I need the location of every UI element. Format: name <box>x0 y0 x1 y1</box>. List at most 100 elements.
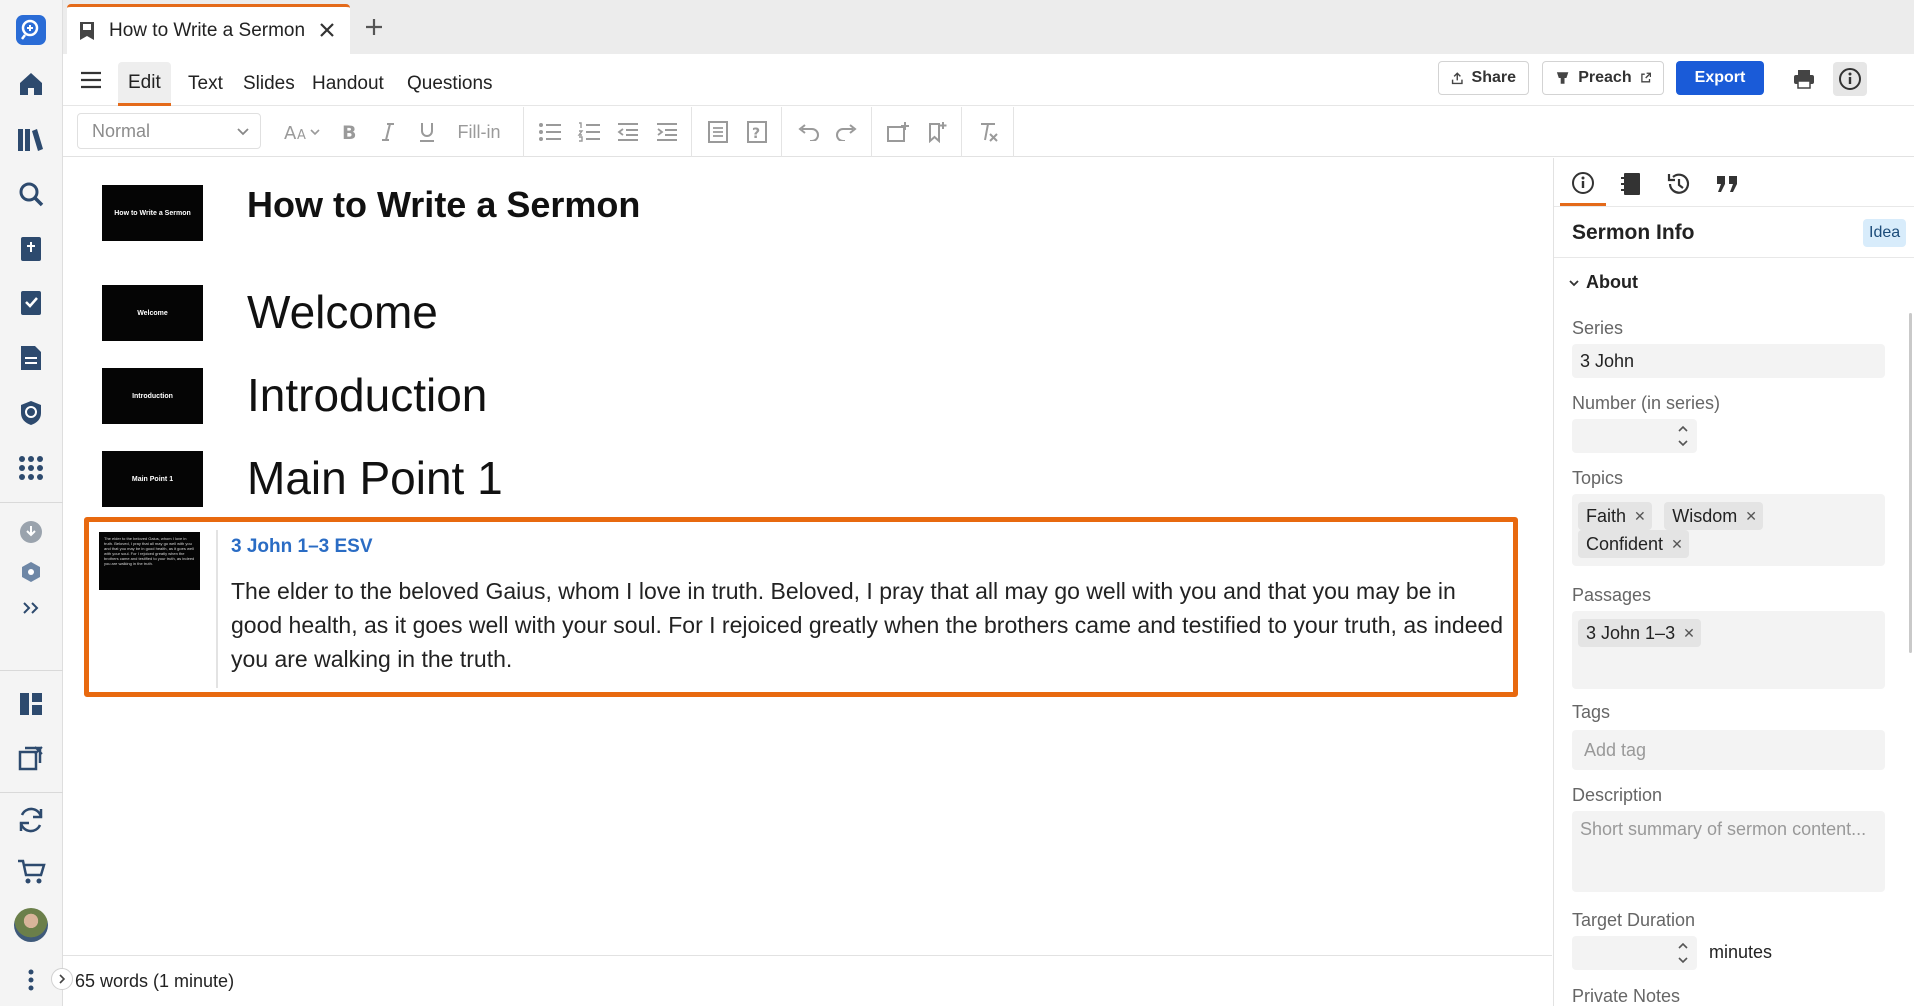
info-panel-icon[interactable] <box>1833 62 1867 96</box>
menu-text[interactable]: Text <box>178 62 233 106</box>
topic-chip[interactable]: Faith ✕ <box>1578 502 1652 530</box>
stepper-arrows-icon[interactable] <box>1677 423 1689 449</box>
panel-scrollbar[interactable] <box>1909 313 1912 653</box>
package-icon[interactable] <box>11 552 51 592</box>
preach-label: Preach <box>1578 69 1632 86</box>
logos-search-icon[interactable] <box>11 10 51 50</box>
passages-label: Passages <box>1572 585 1652 605</box>
number-label: Number (in series) <box>1572 393 1721 413</box>
passage-text[interactable]: The elder to the beloved Gaius, whom I l… <box>231 574 1511 676</box>
undo-icon[interactable] <box>793 116 823 148</box>
series-number-stepper[interactable] <box>1572 419 1697 453</box>
outdent-icon[interactable] <box>613 116 643 148</box>
italic-icon[interactable] <box>374 116 402 148</box>
apps-grid-icon[interactable] <box>11 448 51 488</box>
bible-icon[interactable] <box>11 229 51 269</box>
add-bookmark-icon[interactable] <box>922 116 952 148</box>
about-section-label: About <box>1586 272 1638 292</box>
quotes-tab-icon[interactable] <box>1704 162 1750 206</box>
menu-slides[interactable]: Slides <box>233 62 305 106</box>
heading-welcome[interactable]: Welcome <box>247 285 438 339</box>
status-badge[interactable]: Idea <box>1863 219 1907 247</box>
close-icon[interactable] <box>316 19 338 41</box>
slide-thumb-title[interactable]: How to Write a Sermon <box>102 185 203 241</box>
close-panels-icon[interactable] <box>11 738 51 778</box>
expand-chevron-icon[interactable] <box>51 968 73 990</box>
indent-icon[interactable] <box>652 116 682 148</box>
topic-chip-label: Faith <box>1586 505 1627 526</box>
remove-icon[interactable]: ✕ <box>1683 625 1695 642</box>
clear-formatting-icon[interactable] <box>973 116 1003 148</box>
redo-icon[interactable] <box>832 116 862 148</box>
panel-header: Sermon Info Idea <box>1554 206 1914 258</box>
document-icon[interactable] <box>11 338 51 378</box>
add-slide-icon[interactable] <box>883 116 913 148</box>
duration-stepper[interactable] <box>1572 936 1697 970</box>
bullet-list-icon[interactable] <box>535 116 565 148</box>
download-icon[interactable] <box>11 512 51 552</box>
numbered-list-icon[interactable] <box>574 116 604 148</box>
share-button[interactable]: Share <box>1438 61 1529 95</box>
print-icon[interactable] <box>1787 62 1821 96</box>
share-label: Share <box>1471 69 1516 86</box>
notebook-tab-icon[interactable] <box>1608 162 1654 206</box>
topics-field[interactable]: Faith ✕ Wisdom ✕ Confident ✕ <box>1572 494 1885 566</box>
sync-icon[interactable] <box>11 800 51 840</box>
topic-chip[interactable]: Wisdom ✕ <box>1664 502 1763 530</box>
remove-icon[interactable]: ✕ <box>1745 508 1757 525</box>
preach-icon <box>1556 72 1569 84</box>
document-title[interactable]: How to Write a Sermon <box>247 184 640 226</box>
remove-icon[interactable]: ✕ <box>1671 536 1683 553</box>
description-textarea[interactable]: Short summary of sermon content... <box>1572 811 1885 892</box>
slide-thumb-main-point-1[interactable]: Main Point 1 <box>102 451 203 507</box>
paragraph-style-select[interactable]: Normal <box>77 113 261 149</box>
heading-introduction[interactable]: Introduction <box>247 368 487 422</box>
home-icon[interactable] <box>11 64 51 104</box>
bold-icon[interactable]: B <box>335 116 363 148</box>
passages-field[interactable]: 3 John 1–3 ✕ <box>1572 611 1885 689</box>
checklist-icon[interactable] <box>11 283 51 323</box>
menu-bar: Edit Text Slides Handout Questions Share… <box>63 54 1914 106</box>
passage-reference-link[interactable]: 3 John 1–3 ESV <box>231 536 373 558</box>
about-section-toggle[interactable]: About <box>1568 272 1638 293</box>
passage-chip[interactable]: 3 John 1–3 ✕ <box>1578 619 1701 647</box>
block-icon[interactable] <box>703 116 733 148</box>
library-icon[interactable] <box>11 120 51 160</box>
menu-questions[interactable]: Questions <box>397 62 503 106</box>
more-chevrons-icon[interactable] <box>11 588 51 628</box>
slide-thumb-introduction[interactable]: Introduction <box>102 368 203 424</box>
question-block-icon[interactable]: ? <box>742 116 772 148</box>
fill-in-button[interactable]: Fill-in <box>453 116 505 148</box>
series-input[interactable]: 3 John <box>1572 344 1885 378</box>
tags-input[interactable]: Add tag <box>1572 730 1885 770</box>
export-button[interactable]: Export <box>1676 61 1764 95</box>
slide-thumb-passage[interactable]: The elder to the beloved Gaius, whom I l… <box>99 532 200 590</box>
shield-icon[interactable] <box>11 393 51 433</box>
menu-edit[interactable]: Edit <box>118 62 171 106</box>
tab-sermon[interactable]: How to Write a Sermon <box>67 4 350 54</box>
menu-handout[interactable]: Handout <box>302 62 394 106</box>
hamburger-menu-icon[interactable] <box>77 66 105 94</box>
layout-icon[interactable] <box>11 684 51 724</box>
font-size-icon[interactable]: AA <box>283 116 325 148</box>
remove-icon[interactable]: ✕ <box>1634 508 1646 525</box>
user-avatar[interactable] <box>14 908 48 942</box>
passage-divider <box>216 530 218 688</box>
topic-chip[interactable]: Confident ✕ <box>1578 530 1689 558</box>
heading-main-point-1[interactable]: Main Point 1 <box>247 451 503 505</box>
tab-bar: How to Write a Sermon <box>63 0 1914 54</box>
scripture-passage-block[interactable]: The elder to the beloved Gaius, whom I l… <box>84 517 1518 697</box>
sermon-editor[interactable]: How to Write a Sermon How to Write a Ser… <box>63 158 1552 955</box>
search-icon[interactable] <box>11 174 51 214</box>
stepper-arrows-icon[interactable] <box>1677 940 1689 966</box>
add-tab-icon[interactable] <box>361 14 387 40</box>
cart-icon[interactable] <box>11 852 51 892</box>
history-tab-icon[interactable] <box>1656 162 1702 206</box>
svg-text:A: A <box>297 128 306 143</box>
preach-button[interactable]: Preach <box>1542 61 1664 95</box>
info-tab-icon[interactable] <box>1560 162 1606 206</box>
slide-thumb-welcome[interactable]: Welcome <box>102 285 203 341</box>
topic-chip-label: Confident <box>1586 533 1664 554</box>
underline-icon[interactable] <box>413 116 441 148</box>
kebab-menu-icon[interactable] <box>11 960 51 1000</box>
